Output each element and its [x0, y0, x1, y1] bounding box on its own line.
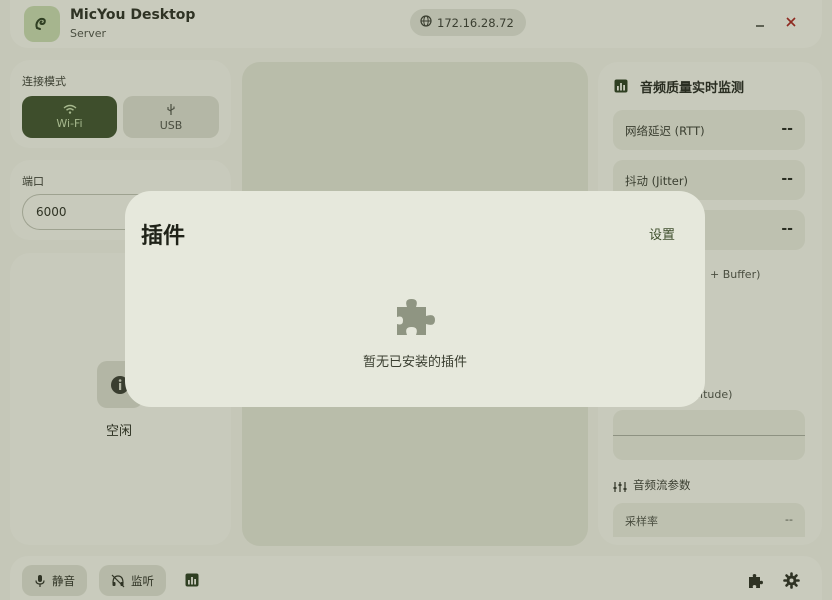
close-icon [786, 17, 796, 27]
connection-mode-label: 连接模式 [22, 75, 66, 88]
microphone-icon [35, 574, 45, 587]
wifi-icon [63, 104, 76, 114]
chart-bars-icon [614, 78, 628, 97]
ip-address-text: 172.16.28.72 [437, 15, 514, 30]
ip-address-chip[interactable]: 172.16.28.72 [410, 9, 526, 36]
app-title: MicYou Desktop [70, 7, 196, 23]
metric-third-value: -- [781, 221, 793, 237]
wifi-mode-label: Wi-Fi [56, 117, 83, 130]
empty-plugins-message: 暂无已安装的插件 [362, 355, 467, 370]
status-text: 空闲 [106, 424, 133, 439]
metric-rtt-value: -- [781, 121, 793, 137]
app-subtitle: Server [70, 27, 107, 40]
metric-rtt-label: 网络延迟 (RTT) [625, 124, 705, 138]
app-logo-icon [24, 6, 60, 42]
close-button[interactable] [781, 12, 801, 32]
title-bar: MicYou Desktop Server 172.16.28.72 [10, 0, 822, 48]
monitor-button[interactable]: 监听 [99, 565, 166, 596]
puzzle-icon [393, 295, 439, 339]
mute-button[interactable]: 静音 [22, 565, 87, 596]
sliders-icon [613, 478, 627, 497]
wifi-mode-button[interactable]: Wi-Fi [22, 96, 117, 138]
metric-rtt: 网络延迟 (RTT) -- [613, 110, 805, 150]
app-window: MicYou Desktop Server 172.16.28.72 连接模式 [0, 0, 832, 600]
port-label: 端口 [22, 175, 44, 188]
headphones-off-icon [111, 574, 125, 587]
monitor-label: 监听 [131, 573, 154, 588]
plugins-dialog: 插件 设置 暂无已安装的插件 [125, 191, 705, 407]
dialog-title: 插件 [141, 224, 186, 249]
globe-icon [420, 15, 432, 30]
buffer-hint: + Buffer) [710, 268, 761, 281]
stats-button[interactable] [183, 571, 201, 589]
usb-icon [167, 103, 175, 115]
amplitude-baseline [613, 435, 805, 436]
dialog-settings-button[interactable]: 设置 [649, 224, 675, 243]
stream-params-title: 音频流参数 [633, 478, 691, 492]
sample-rate-label: 采样率 [625, 515, 658, 528]
sample-rate-value: -- [785, 513, 793, 526]
minimize-icon [756, 25, 764, 27]
monitor-title: 音频质量实时监测 [640, 81, 745, 96]
plugins-button[interactable] [746, 571, 764, 589]
bar-chart-icon [185, 573, 199, 587]
metric-jitter-label: 抖动 (Jitter) [625, 174, 689, 188]
settings-button[interactable] [782, 571, 800, 589]
mute-label: 静音 [52, 573, 75, 588]
usb-mode-button[interactable]: USB [123, 96, 219, 138]
gear-icon [782, 571, 800, 589]
usb-mode-label: USB [159, 118, 183, 132]
puzzle-icon [748, 573, 763, 588]
sample-rate-row: 采样率 -- [613, 503, 805, 537]
minimize-button[interactable] [750, 12, 770, 32]
metric-jitter-value: -- [781, 171, 793, 187]
